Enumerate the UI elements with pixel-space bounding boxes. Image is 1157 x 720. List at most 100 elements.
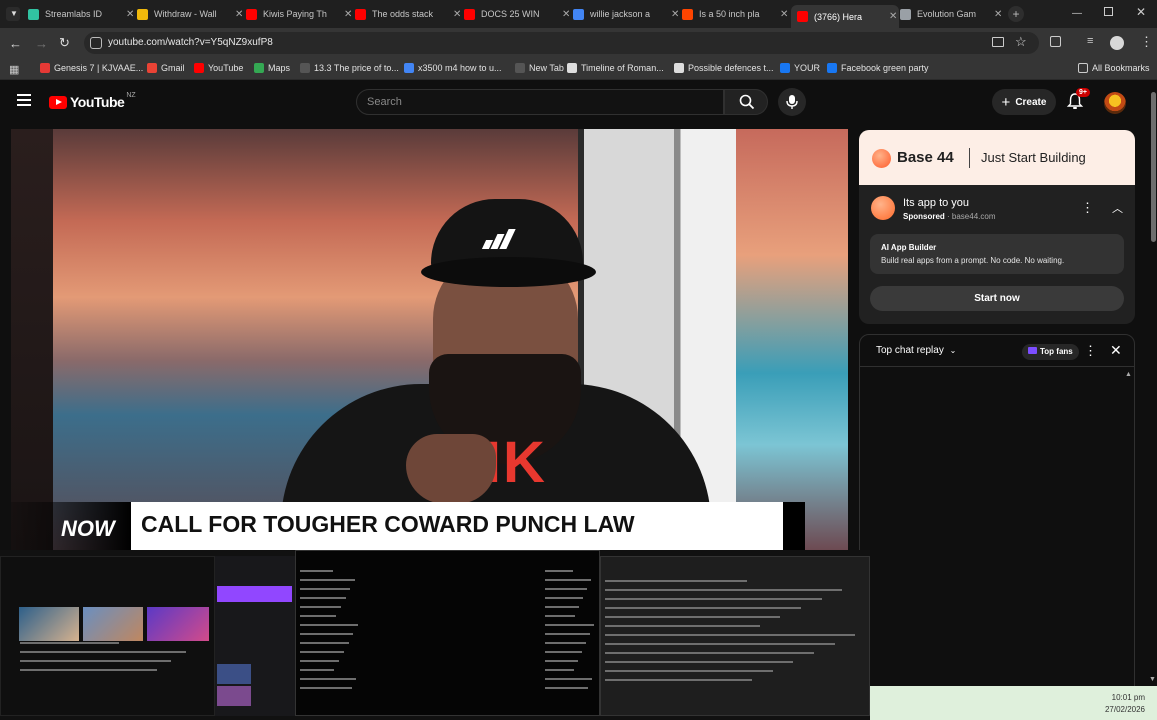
ad-feature-box[interactable] bbox=[870, 234, 1124, 274]
preview-text-line bbox=[605, 634, 856, 636]
bookmark-item[interactable]: 13.3 The price of to... bbox=[300, 63, 399, 73]
start-now-label: Start now bbox=[974, 293, 1020, 304]
extensions-icon[interactable] bbox=[1050, 36, 1061, 47]
taskbar-clock-area[interactable]: 10:01 pm 27/02/2026 bbox=[870, 686, 1157, 720]
bookmark-item[interactable]: YOUR bbox=[780, 63, 820, 73]
tab-close-icon[interactable]: ✕ bbox=[994, 9, 1004, 20]
browser-tab[interactable]: Withdraw - Wall ✕ bbox=[137, 5, 245, 23]
create-button[interactable]: + Create bbox=[992, 89, 1056, 115]
preview-text-line bbox=[605, 679, 753, 681]
ad-domain: base44.com bbox=[951, 212, 996, 221]
bookmark-label: YOUR bbox=[794, 63, 821, 73]
account-avatar[interactable] bbox=[1104, 92, 1126, 114]
reading-list-icon[interactable]: ≡ bbox=[1087, 35, 1093, 47]
tab-close-icon[interactable]: ✕ bbox=[671, 9, 681, 20]
back-button[interactable]: ← bbox=[9, 36, 22, 51]
page-scrollbar[interactable] bbox=[1150, 82, 1157, 682]
browser-tab[interactable]: The odds stack ✕ bbox=[355, 5, 463, 23]
new-tab-button[interactable]: + bbox=[1008, 6, 1024, 22]
bookmark-item[interactable]: New Tab bbox=[515, 63, 564, 73]
bookmark-favicon-icon bbox=[40, 63, 50, 73]
bookmark-item[interactable]: YouTube bbox=[194, 63, 243, 73]
top-fans-button[interactable]: Top fans bbox=[1022, 344, 1079, 360]
search-button[interactable] bbox=[724, 89, 768, 115]
create-label: Create bbox=[1015, 96, 1047, 108]
browser-tab[interactable]: willie jackson a ✕ bbox=[573, 5, 681, 23]
tab-close-icon[interactable]: ✕ bbox=[126, 9, 136, 20]
reload-button[interactable]: ↻ bbox=[59, 35, 70, 51]
advertiser-avatar[interactable] bbox=[871, 196, 895, 220]
top-fans-label: Top fans bbox=[1040, 347, 1073, 356]
preview-text-line bbox=[605, 616, 781, 618]
browser-tab[interactable]: Evolution Gam ✕ bbox=[900, 5, 1004, 23]
browser-tab[interactable]: Streamlabs ID ✕ bbox=[28, 5, 136, 23]
chat-more-options-icon[interactable]: ⋮ bbox=[1084, 343, 1097, 359]
bookmark-item[interactable]: Facebook green party bbox=[827, 63, 929, 73]
preview-text-line bbox=[545, 579, 591, 581]
preview-text-line bbox=[300, 597, 346, 599]
page-scrollbar-thumb[interactable] bbox=[1151, 92, 1156, 242]
bookmark-favicon-icon bbox=[515, 63, 525, 73]
tab-close-icon[interactable]: ✕ bbox=[780, 9, 790, 20]
preview-thumb-2 bbox=[83, 607, 143, 641]
window-minimize-button[interactable]: — bbox=[1072, 8, 1082, 19]
preview-text-line bbox=[545, 624, 594, 626]
preview-text-line bbox=[605, 670, 773, 672]
video-player[interactable]: KIK NOW CALL FOR TOUGHER COWARD PUNCH LA… bbox=[11, 129, 848, 550]
install-app-icon[interactable] bbox=[992, 37, 1004, 47]
window-maximize-button[interactable] bbox=[1104, 7, 1113, 16]
tab-close-icon[interactable]: ✕ bbox=[344, 9, 354, 20]
tab-close-icon[interactable]: ✕ bbox=[453, 9, 463, 20]
apps-grid-icon[interactable]: ▦ bbox=[9, 63, 19, 76]
bookmark-label: Timeline of Roman... bbox=[581, 63, 664, 73]
preview-text-line bbox=[545, 669, 574, 671]
start-now-button[interactable]: Start now bbox=[870, 286, 1124, 311]
browser-tab[interactable]: (3766) Hera ✕ bbox=[791, 5, 899, 28]
preview-text-line bbox=[605, 625, 760, 627]
bookmark-item[interactable]: x3500 m4 how to u... bbox=[404, 63, 502, 73]
preview-text-line bbox=[545, 597, 583, 599]
chat-mode-dropdown[interactable]: Top chat replay ⌄ bbox=[876, 345, 956, 356]
tab-close-icon[interactable]: ✕ bbox=[235, 9, 245, 20]
bookmark-label: 13.3 The price of to... bbox=[314, 63, 399, 73]
browser-tab[interactable]: Is a 50 inch pla ✕ bbox=[682, 5, 790, 23]
notifications-button[interactable]: 9+ bbox=[1066, 88, 1090, 112]
chevron-down-icon: ▼ bbox=[10, 9, 18, 18]
preview-text-line bbox=[605, 589, 843, 591]
scroll-down-arrow-icon[interactable]: ▼ bbox=[1149, 676, 1156, 683]
bookmark-item[interactable]: Timeline of Roman... bbox=[567, 63, 664, 73]
bookmark-item[interactable]: Possible defences t... bbox=[674, 63, 774, 73]
youtube-logo[interactable]: YouTube NZ bbox=[49, 92, 136, 110]
ad-collapse-chevron-icon[interactable]: ︿ bbox=[1112, 200, 1123, 216]
bookmark-item[interactable]: Genesis 7 | KJVAAE... bbox=[40, 63, 143, 73]
bookmark-star-icon[interactable]: ☆ bbox=[1015, 34, 1027, 50]
preview-thumb-3 bbox=[147, 607, 209, 641]
browser-tab[interactable]: Kiwis Paying Th ✕ bbox=[246, 5, 354, 23]
lower-third-banner: NOW CALL FOR TOUGHER COWARD PUNCH LAW bbox=[11, 502, 805, 550]
bookmark-item[interactable]: Maps bbox=[254, 63, 290, 73]
browser-menu-icon[interactable]: ⋮ bbox=[1140, 34, 1153, 50]
chat-scroll-up-icon[interactable]: ▲ bbox=[1125, 371, 1132, 378]
top-fans-icon bbox=[1028, 347, 1037, 354]
url-text[interactable]: youtube.com/watch?v=Y5qNZ9xufP8 bbox=[108, 37, 273, 48]
sponsored-ad-card[interactable]: Base 44 Just Start Building Its app to y… bbox=[859, 130, 1135, 324]
bookmark-item[interactable]: Gmail bbox=[147, 63, 185, 73]
hamburger-menu-icon[interactable] bbox=[17, 94, 31, 106]
tab-favicon-icon bbox=[900, 8, 911, 20]
voice-search-button[interactable] bbox=[778, 88, 806, 116]
tab-close-icon[interactable]: ✕ bbox=[562, 9, 572, 20]
forward-button[interactable]: → bbox=[35, 36, 48, 51]
search-input[interactable]: Search bbox=[356, 89, 724, 115]
site-info-icon[interactable] bbox=[90, 37, 102, 49]
ad-title[interactable]: Its app to you bbox=[903, 197, 969, 209]
profile-avatar[interactable] bbox=[1110, 36, 1124, 50]
ad-more-options-icon[interactable]: ⋮ bbox=[1081, 200, 1094, 216]
tab-close-icon[interactable]: ✕ bbox=[889, 11, 899, 22]
browser-tab[interactable]: DOCS 25 WIN ✕ bbox=[464, 5, 572, 23]
all-bookmarks-link[interactable]: All Bookmarks bbox=[1078, 63, 1150, 73]
preview-thumb-4 bbox=[217, 664, 251, 684]
window-close-button[interactable]: ✕ bbox=[1136, 5, 1146, 19]
chat-close-icon[interactable]: ✕ bbox=[1110, 342, 1122, 359]
preview-text-line bbox=[545, 615, 575, 617]
bookmark-label: Genesis 7 | KJVAAE... bbox=[54, 63, 144, 73]
